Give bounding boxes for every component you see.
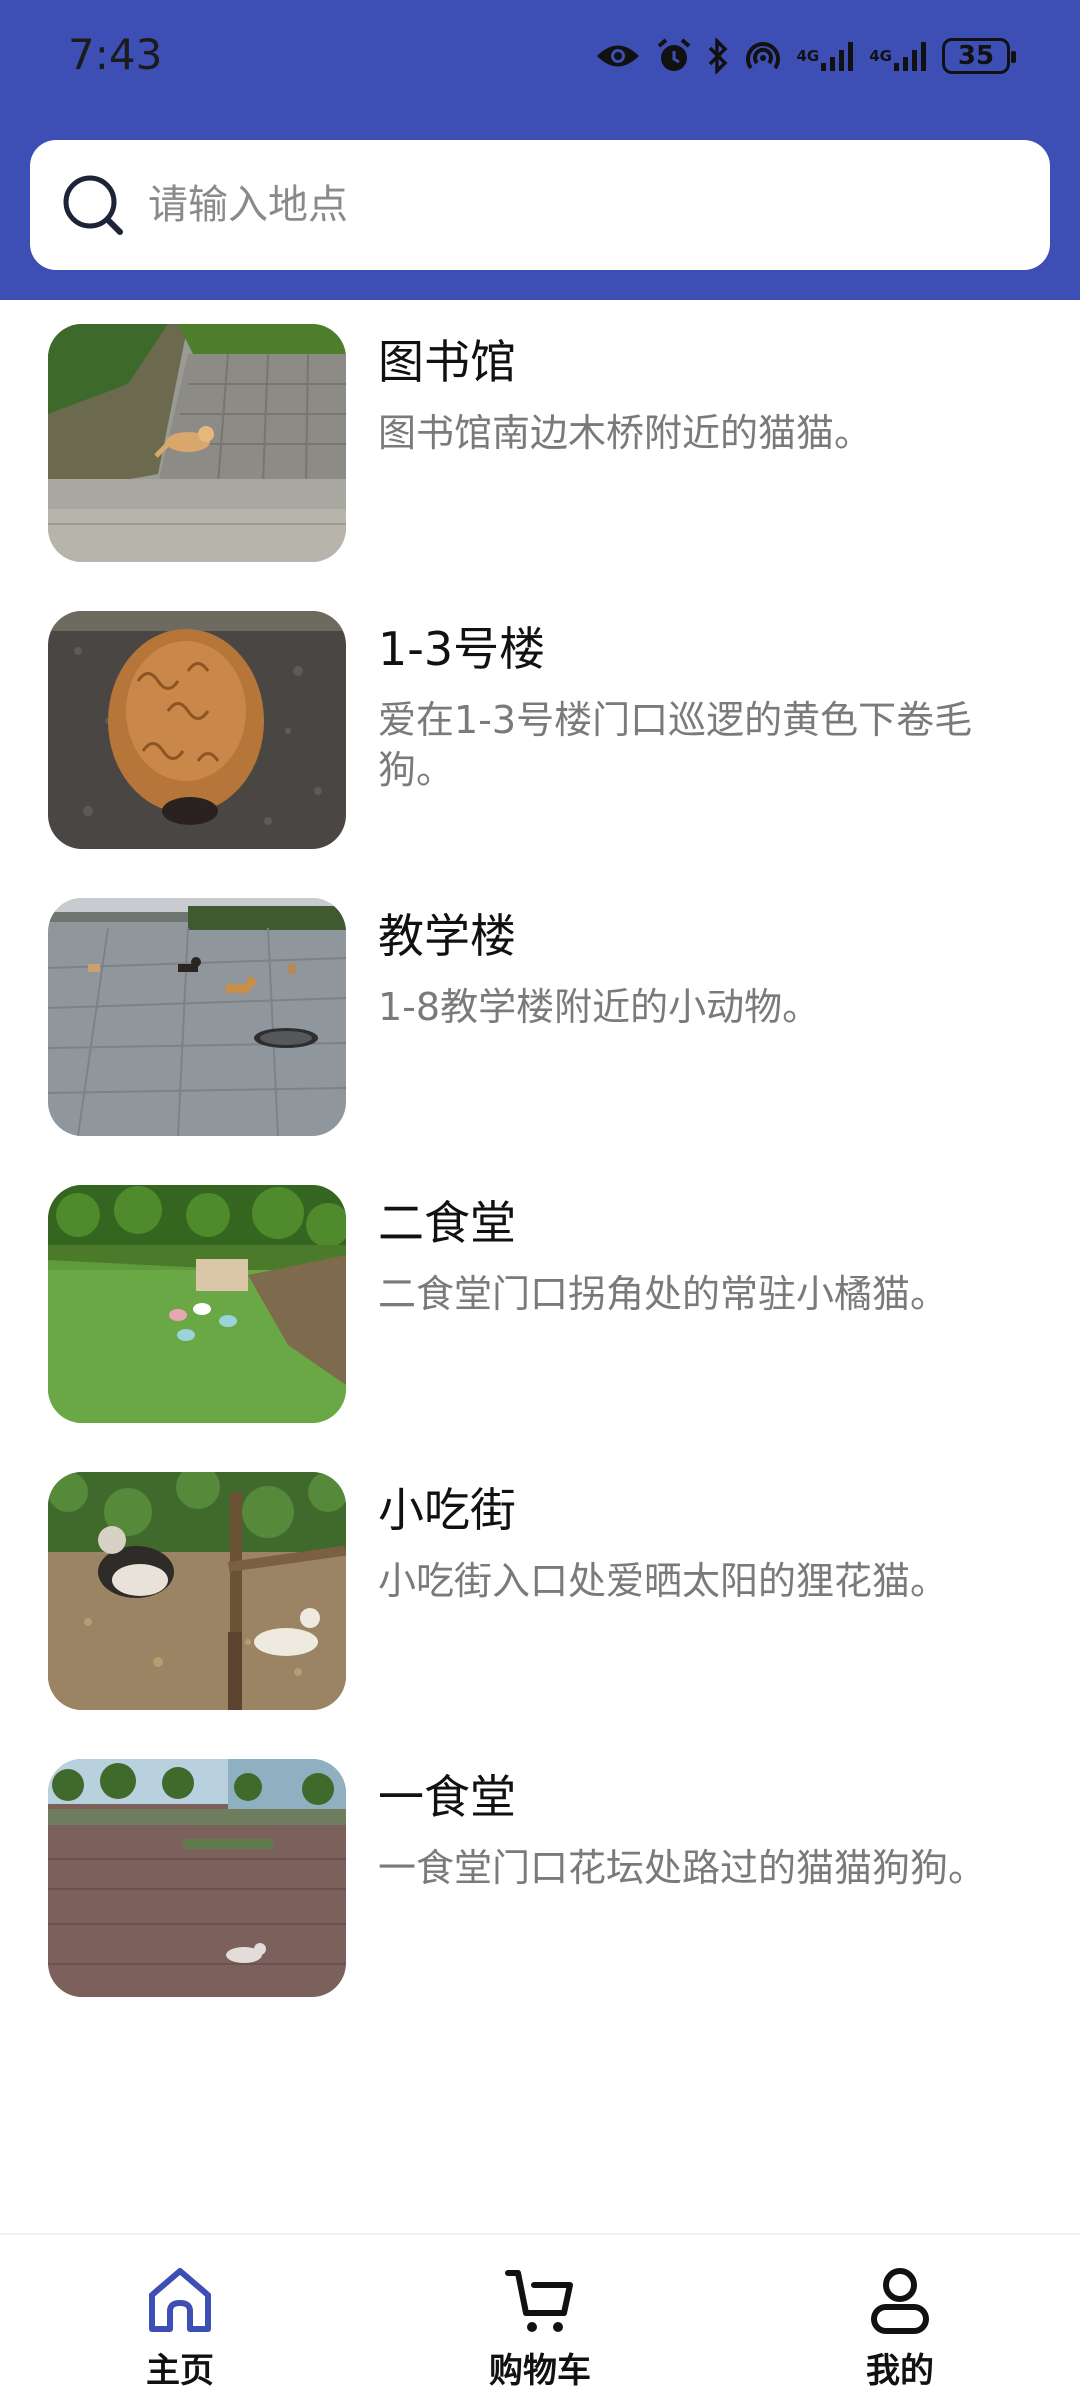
app-header: 7:43 4G 4G 35 xyxy=(0,0,1080,300)
cats-under-tree-photo xyxy=(48,1472,346,1710)
dogs-on-plaza-photo xyxy=(48,898,346,1136)
nav-item-home[interactable]: 主页 xyxy=(80,2265,280,2395)
list-item[interactable]: 教学楼 1-8教学楼附近的小动物。 xyxy=(0,874,1080,1136)
bluetooth-icon xyxy=(707,34,729,78)
list-item[interactable]: 1-3号楼 爱在1-3号楼门口巡逻的黄色下卷毛狗。 xyxy=(0,587,1080,849)
signal-icon: 4G xyxy=(869,34,928,78)
alarm-icon xyxy=(655,34,693,78)
cat-on-brick-square-photo xyxy=(48,1759,346,1997)
signal-icon: 4G xyxy=(797,34,856,78)
status-icons: 4G 4G 35 xyxy=(595,34,1016,78)
item-description: 图书馆南边木桥附近的猫猫。 xyxy=(378,411,873,455)
item-title: 1-3号楼 xyxy=(378,622,546,676)
item-description: 小吃街入口处爱晒太阳的狸花猫。 xyxy=(378,1559,949,1603)
cat-on-sidewalk-photo xyxy=(48,324,346,562)
list-item[interactable]: 一食堂 一食堂门口花坛处路过的猫猫狗狗。 xyxy=(0,1735,1080,1997)
battery-level: 35 xyxy=(942,38,1016,74)
list-item[interactable]: 二食堂 二食堂门口拐角处的常驻小橘猫。 xyxy=(0,1161,1080,1423)
item-description: 爱在1-3号楼门口巡逻的黄色下卷毛狗。 xyxy=(378,698,973,792)
home-icon[interactable] xyxy=(144,2265,216,2337)
item-description: 二食堂门口拐角处的常驻小橘猫。 xyxy=(378,1272,949,1316)
profile-icon[interactable] xyxy=(864,2265,936,2337)
item-title: 二食堂 xyxy=(378,1196,516,1250)
nav-label: 主页 xyxy=(146,2351,214,2391)
eye-icon xyxy=(595,34,641,78)
battery-icon: 35 xyxy=(942,34,1016,78)
network-type-label: 4G xyxy=(796,46,820,65)
list-item[interactable]: 图书馆 图书馆南边木桥附近的猫猫。 xyxy=(0,300,1080,562)
item-title: 教学楼 xyxy=(378,909,516,963)
search-box[interactable] xyxy=(30,140,1050,270)
network-type-label: 4G xyxy=(869,46,892,65)
item-title: 小吃街 xyxy=(378,1483,516,1537)
lawn-with-bowls-photo xyxy=(48,1185,346,1423)
hotspot-icon xyxy=(743,34,783,78)
search-icon[interactable] xyxy=(60,172,128,240)
list-item[interactable]: 小吃街 小吃街入口处爱晒太阳的狸花猫。 xyxy=(0,1448,1080,1710)
status-bar: 7:43 4G 4G 35 xyxy=(0,0,1080,110)
nav-item-profile[interactable]: 我的 xyxy=(800,2265,1000,2395)
item-title: 一食堂 xyxy=(378,1770,516,1824)
item-description: 1-8教学楼附近的小动物。 xyxy=(378,985,821,1029)
item-description: 一食堂门口花坛处路过的猫猫狗狗。 xyxy=(378,1846,987,1890)
nav-item-cart[interactable]: 购物车 xyxy=(440,2265,640,2395)
curly-dog-photo xyxy=(48,611,346,849)
status-time: 7:43 xyxy=(68,30,163,79)
search-input[interactable] xyxy=(148,170,1008,240)
nav-label: 我的 xyxy=(866,2351,934,2391)
item-title: 图书馆 xyxy=(378,335,516,389)
nav-label: 购物车 xyxy=(489,2351,591,2391)
bottom-nav: 主页 购物车 我的 xyxy=(0,2233,1080,2403)
cart-icon[interactable] xyxy=(504,2265,576,2337)
